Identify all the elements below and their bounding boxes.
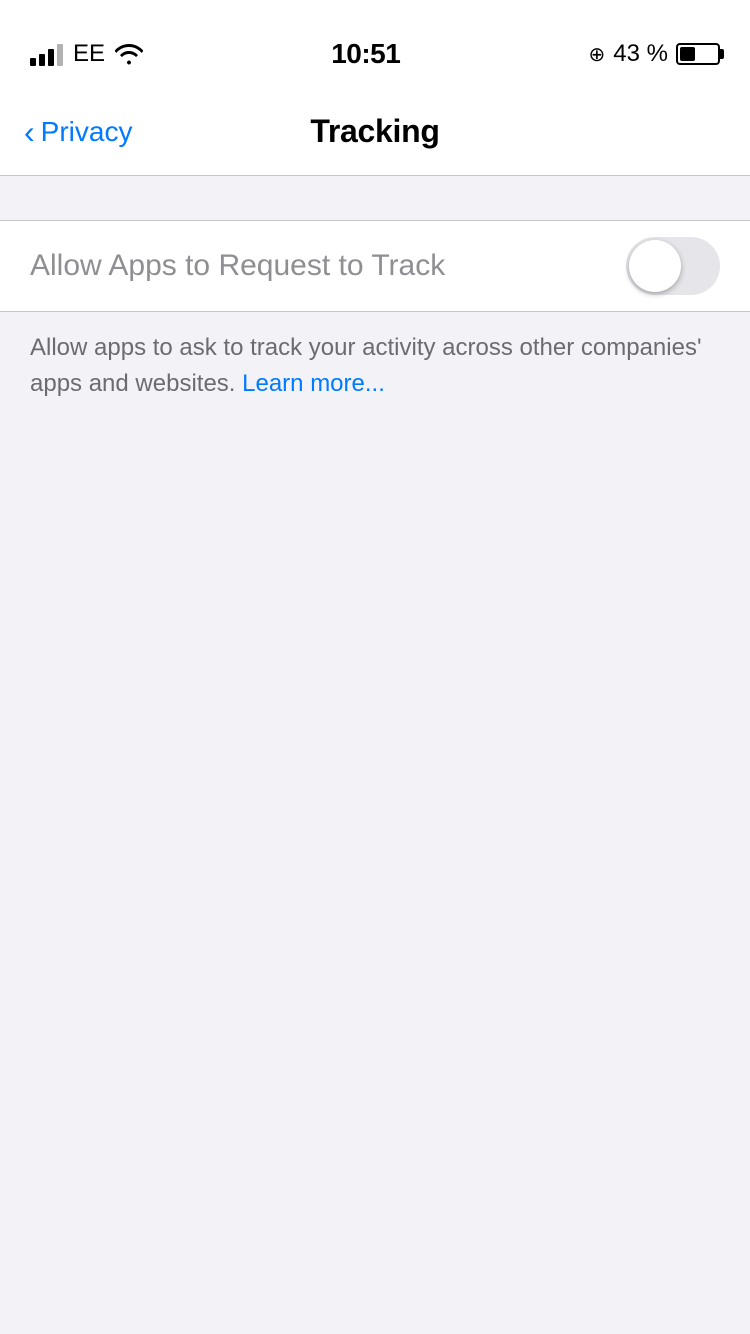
carrier-label: EE xyxy=(73,40,105,68)
status-time: 10:51 xyxy=(331,38,400,70)
signal-bar-4 xyxy=(57,44,63,66)
signal-bar-3 xyxy=(48,49,54,66)
navigation-bar: ‹ Privacy Tracking xyxy=(0,88,750,176)
back-label: Privacy xyxy=(41,116,133,148)
battery-icon xyxy=(676,43,720,65)
allow-tracking-toggle[interactable] xyxy=(626,237,720,295)
signal-bar-2 xyxy=(39,54,45,66)
main-content xyxy=(0,426,750,1326)
status-left: EE xyxy=(30,40,143,68)
settings-section: Allow Apps to Request to Track xyxy=(0,220,750,312)
toggle-knob xyxy=(629,240,681,292)
signal-bars-icon xyxy=(30,42,63,66)
status-right: ⊕ 43 % xyxy=(589,40,720,68)
description-area: Allow apps to ask to track your activity… xyxy=(0,312,750,426)
status-bar: EE 10:51 ⊕ 43 % xyxy=(0,0,750,88)
battery-fill xyxy=(680,47,695,61)
description-text: Allow apps to ask to track your activity… xyxy=(30,334,702,397)
allow-tracking-label: Allow Apps to Request to Track xyxy=(30,249,626,283)
back-button[interactable]: ‹ Privacy xyxy=(24,116,132,148)
page-title: Tracking xyxy=(310,113,439,150)
top-spacer xyxy=(0,176,750,220)
wifi-icon xyxy=(115,43,143,65)
allow-tracking-row: Allow Apps to Request to Track xyxy=(0,221,750,311)
location-icon: ⊕ xyxy=(589,42,606,67)
signal-bar-1 xyxy=(30,58,36,66)
back-chevron-icon: ‹ xyxy=(24,116,35,148)
learn-more-link[interactable]: Learn more... xyxy=(242,370,385,397)
battery-percent: 43 % xyxy=(613,40,668,68)
